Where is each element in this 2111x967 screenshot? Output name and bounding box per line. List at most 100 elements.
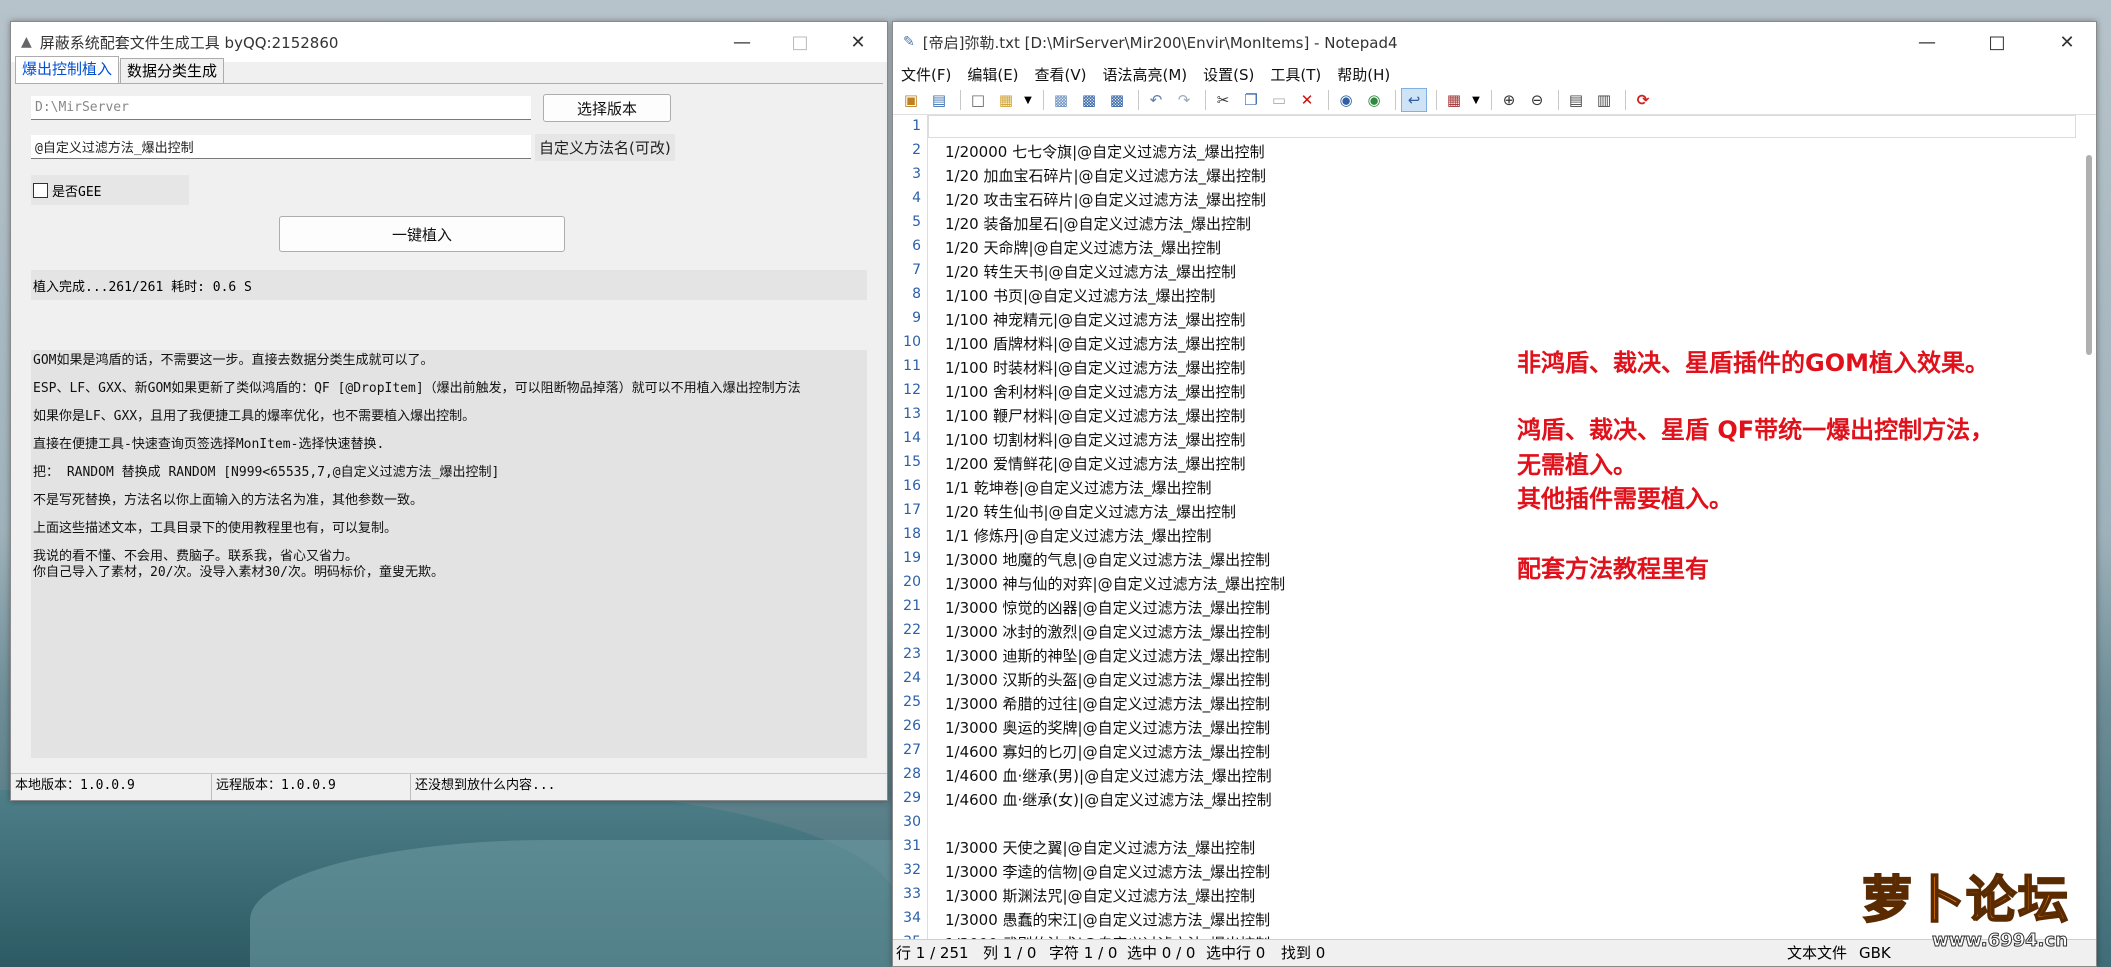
status-char: 字符 1 / 0	[1049, 944, 1118, 962]
line-number: 4	[912, 190, 921, 206]
text-line: 1/100 切割材料|@自定义过滤方法_爆出控制	[945, 431, 1246, 449]
line-number: 6	[912, 238, 921, 254]
zoom-out-icon[interactable]: ⊖	[1525, 89, 1549, 111]
text-editor[interactable]: 1 2 3 4 5 6 7 8 9 10 11 12 13 14 15 16 17 18 19 20 21 22 23 24 2…	[893, 115, 2096, 940]
status-doc-type: 文本文件	[1787, 944, 1848, 962]
note-line: 我说的看不懂、不会用、费脑子。联系我，省心又省力。	[33, 549, 359, 564]
new-file-icon[interactable]: □	[966, 89, 990, 111]
line-number: 15	[903, 454, 921, 470]
chevron-down-icon[interactable]: ▼	[1022, 89, 1034, 111]
toolbar-divider	[1436, 90, 1437, 110]
line-number: 19	[903, 550, 921, 566]
status-line: 行 1 / 251	[896, 944, 969, 962]
line-number: 31	[903, 838, 921, 854]
scheme-icon[interactable]: ▤	[1564, 89, 1588, 111]
chevron-down-icon[interactable]: ▼	[1470, 89, 1482, 111]
line-number: 7	[912, 262, 921, 278]
menu-syntax[interactable]: 语法高亮(M)	[1095, 62, 1196, 86]
line-number: 29	[903, 790, 921, 806]
find-icon[interactable]: ◉	[1334, 89, 1358, 111]
save-all-icon[interactable]: ▩	[1105, 89, 1129, 111]
copy-icon[interactable]: ❐	[1239, 89, 1263, 111]
select-version-button[interactable]: 选择版本	[543, 94, 671, 122]
save-as-icon[interactable]: ▩	[1077, 89, 1101, 111]
line-number-gutter: 1 2 3 4 5 6 7 8 9 10 11 12 13 14 15 16 17 18 19 20 21 22 23 24 2…	[893, 115, 928, 940]
text-line: 1/20 转生天书|@自定义过滤方法_爆出控制	[945, 263, 1237, 281]
line-number: 20	[903, 574, 921, 590]
line-number: 21	[903, 598, 921, 614]
text-line: 1/20000 七七令旗|@自定义过滤方法_爆出控制	[945, 143, 1265, 161]
open-explorer-icon[interactable]: ▤	[927, 89, 951, 111]
line-number: 2	[912, 142, 921, 158]
bookmark-icon[interactable]: ▦	[1442, 89, 1466, 111]
gee-checkbox[interactable]	[33, 182, 48, 198]
text-line: 1/20 攻击宝石碎片|@自定义过滤方法_爆出控制	[945, 191, 1267, 209]
save-icon[interactable]: ▩	[1049, 89, 1073, 111]
exit-icon[interactable]: ⟳	[1631, 89, 1655, 111]
open-file-icon[interactable]: ▦	[994, 89, 1018, 111]
line-number: 11	[903, 358, 921, 374]
text-line: 1/3000 奥运的奖牌|@自定义过滤方法_爆出控制	[945, 719, 1271, 737]
maximize-button[interactable]: □	[1968, 22, 2026, 62]
menu-settings[interactable]: 设置(S)	[1195, 62, 1262, 86]
customize-icon[interactable]: ▥	[1592, 89, 1616, 111]
close-button[interactable]: ✕	[829, 22, 887, 62]
notepad-titlebar[interactable]: ✎ [帝启]弥勒.txt [D:\MirServer\Mir200\Envir\…	[893, 22, 2096, 62]
text-line: 1/3000 希腊的过往|@自定义过滤方法_爆出控制	[945, 695, 1271, 713]
maximize-button[interactable]: □	[771, 22, 829, 62]
toolbar-divider	[1625, 90, 1626, 110]
generator-tool-window: ▲ 屏蔽系统配套文件生成工具 byQQ:2152860 — □ ✕ 爆出控制植入…	[10, 21, 888, 801]
text-line: 1/3000 冰封的激烈|@自定义过滤方法_爆出控制	[945, 623, 1271, 641]
tab-drop-control[interactable]: 爆出控制植入	[15, 56, 120, 83]
text-line: 1/200 爱情鲜花|@自定义过滤方法_爆出控制	[945, 455, 1246, 473]
line-number: 8	[912, 286, 921, 302]
toolbar-divider	[1558, 90, 1559, 110]
word-wrap-icon[interactable]: ↩	[1401, 88, 1427, 112]
minimize-button[interactable]: —	[713, 22, 771, 62]
menu-bar: 文件(F) 编辑(E) 查看(V) 语法高亮(M) 设置(S) 工具(T) 帮助…	[893, 62, 2096, 86]
run-icon[interactable]: ▣	[899, 89, 923, 111]
delete-icon[interactable]: ✕	[1295, 89, 1319, 111]
zoom-in-icon[interactable]: ⊕	[1497, 89, 1521, 111]
line-number: 28	[903, 766, 921, 782]
server-path-field[interactable]	[31, 96, 531, 120]
one-click-inject-button[interactable]: 一键植入	[279, 216, 565, 252]
gee-label: 是否GEE	[52, 184, 102, 200]
scrollbar-thumb[interactable]	[2086, 155, 2092, 355]
text-line: 1/100 鞭尸材料|@自定义过滤方法_爆出控制	[945, 407, 1246, 425]
minimize-button[interactable]: —	[1898, 22, 1956, 62]
inject-status-text: 植入完成...261/261 耗时: 0.6 S	[31, 270, 867, 300]
notes-textarea[interactable]: GOM如果是鸿盾的话，不需要这一步。直接去数据分类生成就可以了。 ESP、LF、…	[31, 350, 867, 758]
cut-icon[interactable]: ✂	[1211, 89, 1235, 111]
vertical-scrollbar[interactable]	[2080, 115, 2096, 940]
paste-icon[interactable]: ▭	[1267, 89, 1291, 111]
menu-file[interactable]: 文件(F)	[893, 62, 959, 86]
tool-titlebar[interactable]: ▲ 屏蔽系统配套文件生成工具 byQQ:2152860 — □ ✕	[11, 22, 887, 62]
undo-icon[interactable]: ↶	[1144, 89, 1168, 111]
close-button[interactable]: ✕	[2038, 22, 2096, 62]
text-line: 1/100 盾牌材料|@自定义过滤方法_爆出控制	[945, 335, 1246, 353]
tab-data-classify[interactable]: 数据分类生成	[120, 58, 225, 83]
text-line: 1/100 时装材料|@自定义过滤方法_爆出控制	[945, 359, 1246, 377]
status-found: 找到 0	[1281, 944, 1326, 962]
toolbar-divider	[960, 90, 961, 110]
line-number: 13	[903, 406, 921, 422]
menu-view[interactable]: 查看(V)	[1027, 62, 1095, 86]
text-line: 1/4600 血·继承(男)|@自定义过滤方法_爆出控制	[945, 767, 1272, 785]
status-column: 列 1 / 0	[983, 944, 1037, 962]
method-name-field[interactable]	[31, 135, 531, 159]
line-number: 26	[903, 718, 921, 734]
menu-tools[interactable]: 工具(T)	[1262, 62, 1329, 86]
overlay-note: 鸿盾、裁决、星盾 QF带统一爆出控制方法，	[1517, 416, 1995, 444]
text-line: 1/20 转生仙书|@自定义过滤方法_爆出控制	[945, 503, 1237, 521]
menu-edit[interactable]: 编辑(E)	[959, 62, 1026, 86]
toolbar-divider	[1205, 90, 1206, 110]
line-number: 32	[903, 862, 921, 878]
line-number: 30	[903, 814, 921, 830]
replace-icon[interactable]: ◉	[1362, 89, 1386, 111]
menu-help[interactable]: 帮助(H)	[1329, 62, 1398, 86]
line-number: 16	[903, 478, 921, 494]
redo-icon[interactable]: ↷	[1172, 89, 1196, 111]
site-watermark-logo: 萝卜论坛 www.6994.cn	[1861, 860, 2092, 960]
gee-checkbox-row[interactable]: 是否GEE	[31, 175, 189, 205]
